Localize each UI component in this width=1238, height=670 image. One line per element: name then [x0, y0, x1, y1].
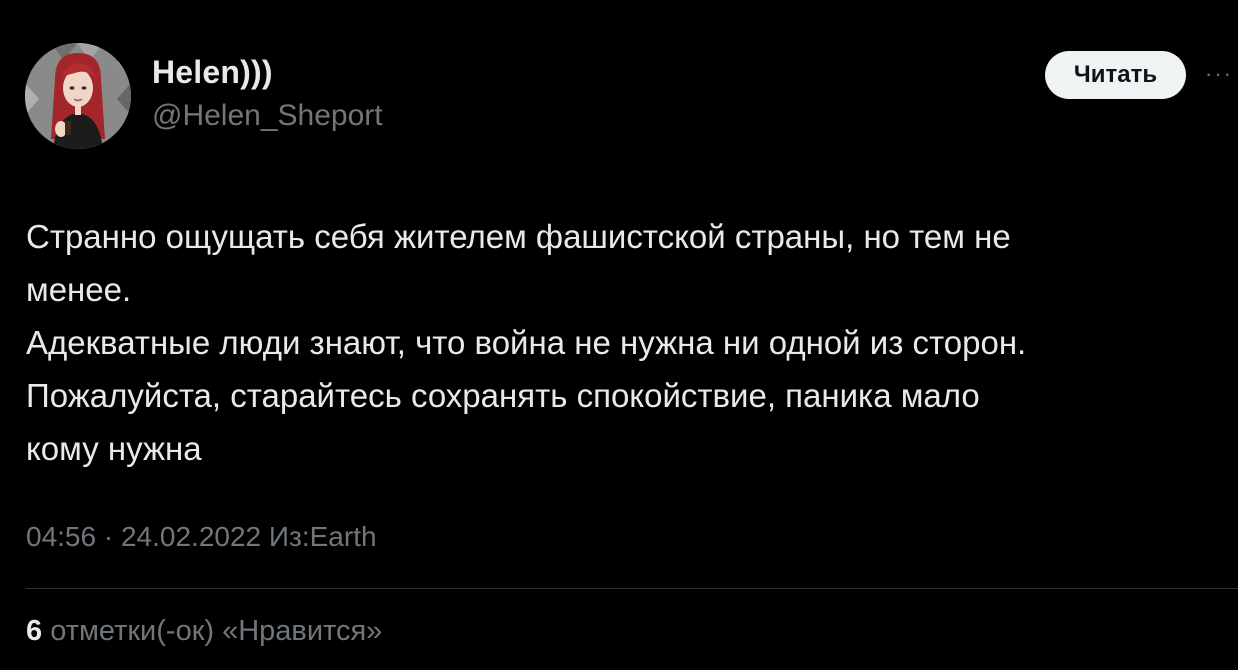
tweet-date[interactable]: 24.02.2022: [121, 521, 261, 552]
likes-summary[interactable]: 6 отметки(-ок) «Нравится»: [26, 615, 382, 648]
tweet-text-line: кому нужна: [26, 430, 202, 467]
user-handle[interactable]: @Helen_Sheport: [152, 99, 383, 133]
avatar[interactable]: [25, 43, 131, 149]
likes-label: отметки(-ок) «Нравится»: [50, 615, 383, 647]
tweet-meta: 04:56 · 24.02.2022 Из:Earth: [26, 521, 377, 553]
display-name[interactable]: Helen))): [152, 54, 273, 91]
tweet-text: Странно ощущать себя жителем фашистской …: [26, 210, 1226, 475]
meta-separator: ·: [103, 521, 114, 552]
avatar-image: [25, 43, 131, 149]
more-dots-icon[interactable]: ···: [1204, 60, 1234, 88]
tweet-text-line: Адекватные люди знают, что война не нужн…: [26, 324, 1027, 361]
divider: [26, 588, 1238, 589]
tweet-time[interactable]: 04:56: [26, 521, 96, 552]
tweet-source: Из:Earth: [268, 521, 377, 552]
follow-button[interactable]: Читать: [1045, 51, 1186, 99]
tweet-text-line: Пожалуйста, старайтесь сохранять спокойс…: [26, 377, 980, 414]
likes-count: 6: [26, 615, 43, 647]
tweet-text-line: Странно ощущать себя жителем фашистской …: [26, 218, 1011, 255]
tweet-text-line: менее.: [26, 271, 132, 308]
